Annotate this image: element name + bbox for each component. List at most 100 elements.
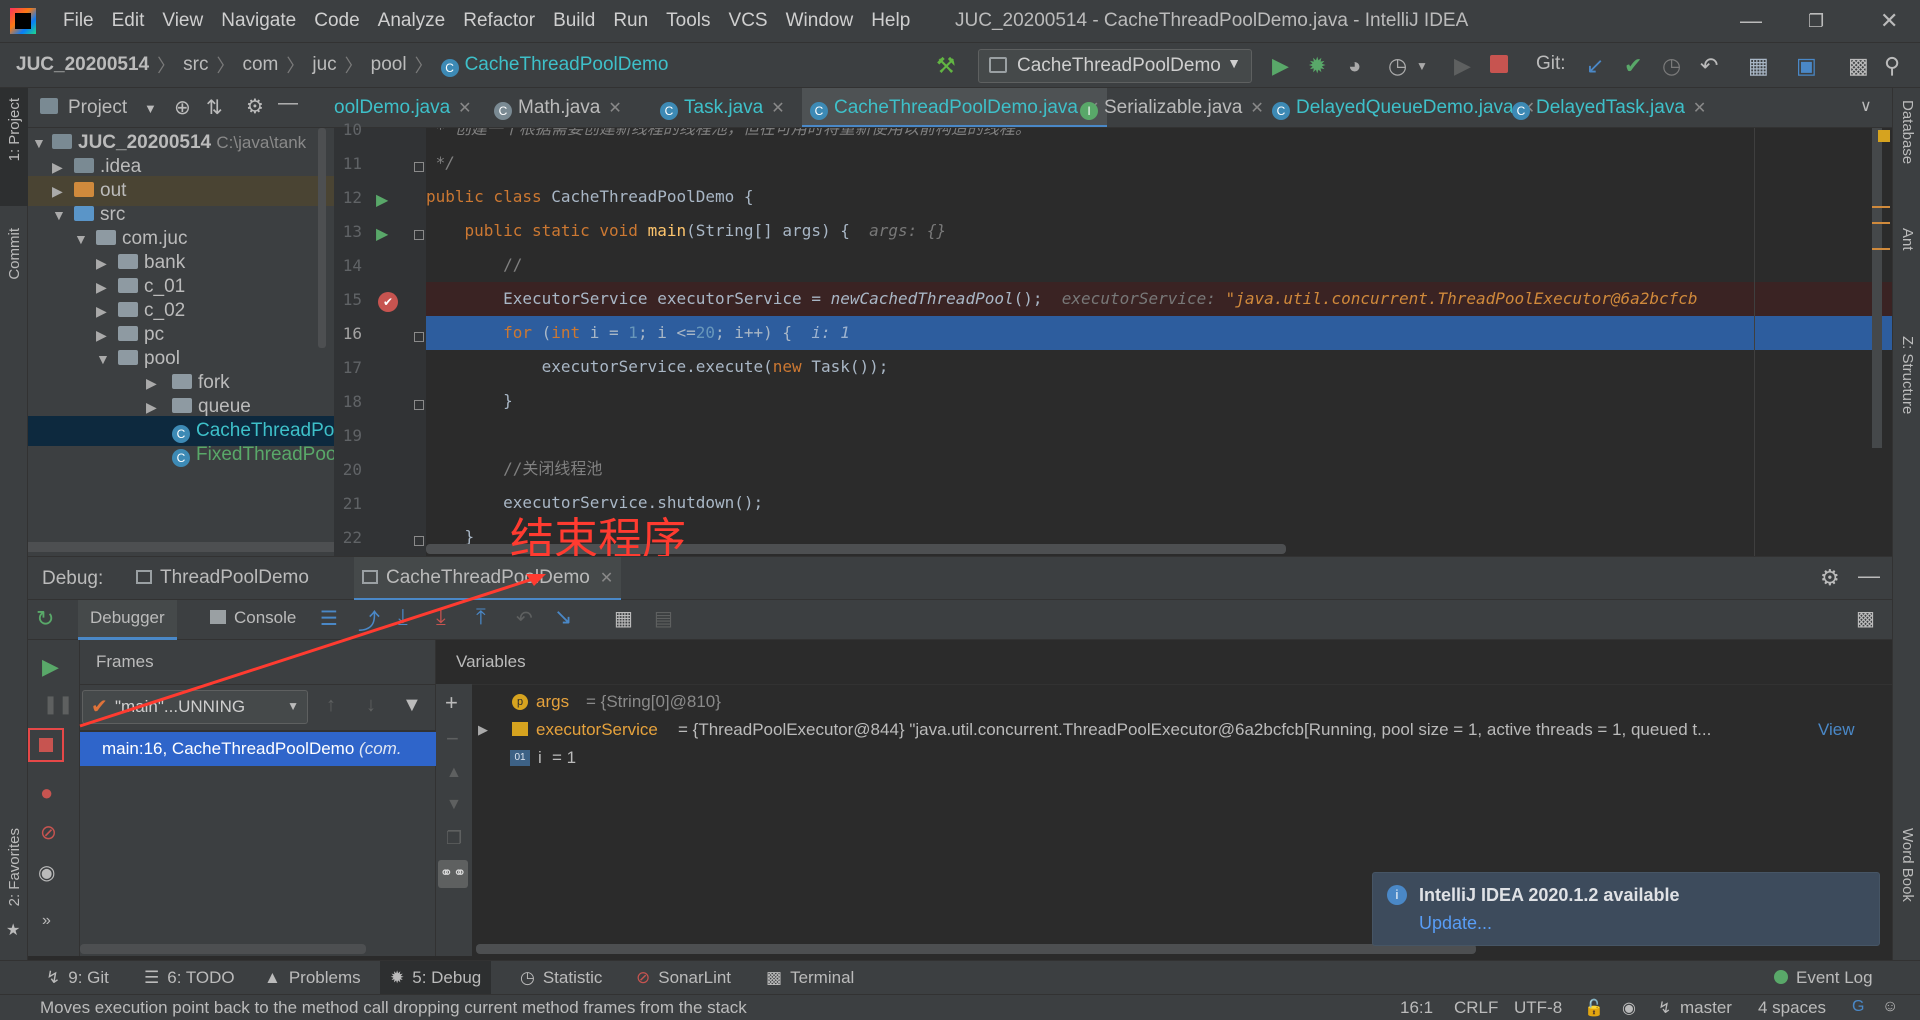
- tool-tab-todo[interactable]: ☰ 6: TODO: [144, 968, 235, 988]
- git-commit-check-icon[interactable]: ✔: [1624, 53, 1642, 79]
- variable-row-args[interactable]: p args = {String[0]@810}: [476, 688, 1892, 716]
- tool-window-word-book[interactable]: Word Book: [1899, 828, 1916, 902]
- move-up-icon[interactable]: ▲: [446, 764, 462, 782]
- view-link[interactable]: View: [1818, 716, 1855, 744]
- project-panel-title[interactable]: Project: [68, 97, 127, 119]
- tool-tab-sonarlint[interactable]: ⊘ SonarLint: [636, 968, 731, 988]
- close-tab-icon[interactable]: ✕: [608, 100, 621, 117]
- close-tab-icon[interactable]: ✕: [458, 100, 471, 117]
- evaluate-expression-icon[interactable]: ▦: [614, 606, 633, 631]
- tool-tab-event-log[interactable]: Event Log: [1774, 968, 1873, 988]
- drop-frame-icon[interactable]: ↶: [516, 606, 533, 631]
- indent-setting[interactable]: 4 spaces: [1758, 998, 1826, 1018]
- menu-tools[interactable]: Tools: [657, 10, 719, 32]
- git-update-icon[interactable]: ↙: [1586, 53, 1604, 79]
- fold-marker-icon[interactable]: [414, 536, 424, 546]
- step-over-icon[interactable]: ⤴: [358, 604, 380, 636]
- fold-marker-icon[interactable]: [414, 162, 424, 172]
- build-hammer-icon[interactable]: ⚒: [936, 53, 956, 79]
- file-encoding[interactable]: UTF-8: [1514, 998, 1562, 1018]
- menu-edit[interactable]: Edit: [103, 10, 154, 32]
- tab-task[interactable]: C Task.java ✕: [652, 88, 793, 127]
- line-separator[interactable]: CRLF: [1454, 998, 1498, 1018]
- error-stripe-mark[interactable]: [1872, 222, 1890, 224]
- menu-run[interactable]: Run: [604, 10, 657, 32]
- variable-row-i[interactable]: 01 i = 1: [476, 744, 1892, 772]
- minimize-icon[interactable]: —: [1740, 8, 1762, 34]
- resume-program-icon[interactable]: ▶: [42, 654, 59, 680]
- thread-select[interactable]: ✔ "main"...UNNING ▼: [82, 690, 308, 724]
- lock-icon[interactable]: 🔓: [1584, 998, 1604, 1018]
- smiley-icon[interactable]: ☺: [1882, 998, 1898, 1016]
- close-tab-icon[interactable]: ✕: [771, 100, 784, 117]
- tab-console[interactable]: Console: [210, 608, 296, 628]
- breadcrumb-pool[interactable]: pool: [371, 54, 407, 76]
- remove-watch-icon[interactable]: −: [446, 726, 459, 752]
- star-icon[interactable]: ★: [6, 920, 20, 940]
- run-to-cursor-icon[interactable]: ↘: [554, 604, 572, 630]
- move-down-icon[interactable]: ▼: [446, 796, 462, 814]
- arrow-up-icon[interactable]: ↑: [326, 694, 336, 717]
- close-tab-icon[interactable]: ✕: [1250, 100, 1263, 117]
- run-gutter-icon[interactable]: ▶: [376, 224, 388, 244]
- chevron-down-icon[interactable]: ▼: [1416, 59, 1428, 73]
- menu-code[interactable]: Code: [305, 10, 368, 32]
- run-configuration-select[interactable]: CacheThreadPoolDemo ▼: [978, 49, 1252, 83]
- collapsed-arrow-icon[interactable]: ▶: [478, 716, 488, 744]
- close-icon[interactable]: ✕: [1880, 8, 1898, 34]
- vertical-scrollbar[interactable]: [1872, 128, 1882, 448]
- menu-view[interactable]: View: [153, 10, 212, 32]
- restore-icon[interactable]: ❐: [1808, 11, 1824, 32]
- breakpoint-icon[interactable]: ✔: [378, 292, 398, 312]
- view-breakpoints-icon[interactable]: ●: [40, 780, 53, 806]
- fold-marker-icon[interactable]: [414, 332, 424, 342]
- tool-tab-terminal[interactable]: ▩ Terminal: [766, 968, 854, 988]
- step-out-icon[interactable]: ⤒: [476, 604, 486, 630]
- tree-item-fixedthreadpooldemo[interactable]: C FixedThreadPoolDemo: [28, 440, 334, 470]
- stop-icon[interactable]: [39, 738, 53, 752]
- tool-tab-statistic[interactable]: ◷ Statistic: [520, 968, 602, 988]
- hide-panel-icon[interactable]: —: [278, 92, 298, 115]
- arrow-down-icon[interactable]: ↓: [366, 694, 376, 717]
- menu-vcs[interactable]: VCS: [720, 10, 777, 32]
- warning-marker-icon[interactable]: [1878, 130, 1890, 142]
- chevron-down-icon[interactable]: ∨: [1860, 96, 1872, 116]
- locate-target-icon[interactable]: ⊕: [174, 95, 191, 120]
- menu-analyze[interactable]: Analyze: [369, 10, 455, 32]
- tab-delayedtask[interactable]: C DelayedTask.java ✕: [1504, 88, 1714, 127]
- menu-refactor[interactable]: Refactor: [454, 10, 544, 32]
- tool-window-structure[interactable]: Z: Structure: [1899, 336, 1916, 414]
- step-into-icon[interactable]: ⤓: [398, 604, 408, 630]
- git-branch[interactable]: master: [1680, 998, 1732, 1018]
- breadcrumb-com[interactable]: com: [242, 54, 278, 76]
- pause-icon[interactable]: ❚❚: [43, 694, 73, 715]
- tool-tab-problems[interactable]: ▲ Problems: [264, 968, 361, 988]
- horizontal-scrollbar[interactable]: [476, 944, 1476, 954]
- tool-window-ant[interactable]: Ant: [1899, 228, 1916, 251]
- close-tab-icon[interactable]: ✕: [600, 570, 613, 587]
- run-gutter-icon[interactable]: ▶: [376, 190, 388, 210]
- breadcrumb-project[interactable]: JUC_20200514: [16, 54, 149, 76]
- more-actions-icon[interactable]: »: [42, 912, 51, 930]
- run-icon[interactable]: ▶: [1272, 53, 1289, 79]
- menu-file[interactable]: File: [54, 10, 103, 32]
- hide-panel-icon[interactable]: —: [1858, 563, 1880, 589]
- tab-cachethreadpooldemo[interactable]: CCacheThreadPoolDemo.java✕: [802, 88, 1108, 127]
- add-watch-icon[interactable]: +: [445, 690, 458, 716]
- horizontal-scrollbar[interactable]: [28, 542, 334, 552]
- history-icon[interactable]: ◷: [1662, 53, 1681, 79]
- chevron-down-icon[interactable]: ▼: [144, 101, 157, 116]
- rollback-icon[interactable]: ↶: [1700, 53, 1718, 79]
- menu-build[interactable]: Build: [544, 10, 604, 32]
- stack-frame-row[interactable]: main:16, CacheThreadPoolDemo (com.: [80, 732, 436, 766]
- glasses-icon[interactable]: ⚭⚭: [438, 860, 468, 888]
- filter-icon[interactable]: ▼: [402, 694, 422, 717]
- debug-session-tab-active[interactable]: CacheThreadPoolDemo ✕: [354, 557, 622, 601]
- tab-delayedqueuedemo[interactable]: CDelayedQueueDemo.java✕: [1264, 88, 1543, 127]
- vertical-scrollbar[interactable]: [318, 128, 326, 348]
- layout-settings-icon[interactable]: ▩: [1856, 606, 1875, 631]
- tool-window-project[interactable]: 1: Project: [6, 98, 23, 161]
- force-step-into-icon[interactable]: ⤓: [436, 604, 446, 630]
- tool-window-database[interactable]: Database: [1899, 100, 1916, 164]
- variable-row-executorservice[interactable]: ▶ executorService = {ThreadPoolExecutor@…: [476, 716, 1892, 744]
